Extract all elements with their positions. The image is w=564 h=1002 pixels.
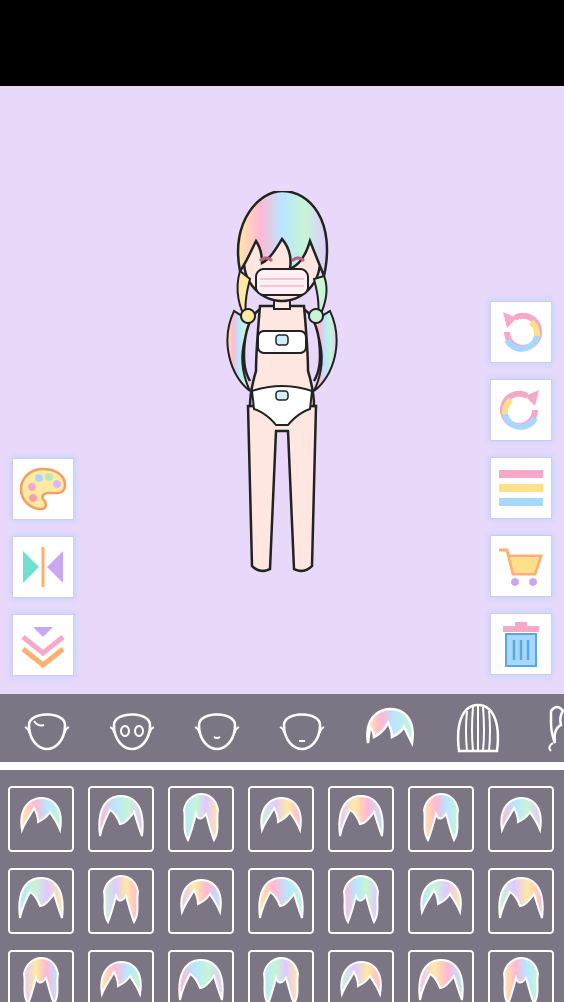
hair-item-bob-wave[interactable] xyxy=(8,868,74,934)
hair-style-icon xyxy=(20,796,62,834)
hair-style-icon xyxy=(502,956,540,1002)
hair-item-wavy-long[interactable] xyxy=(248,868,314,934)
hair-style-icon xyxy=(420,878,462,916)
hair-item-double-braid[interactable] xyxy=(88,868,154,934)
layer-down-button[interactable] xyxy=(13,615,73,675)
hair-item-short-layer[interactable] xyxy=(408,786,474,852)
hair-item-fluffy-bun[interactable] xyxy=(8,950,74,1002)
cart-icon xyxy=(499,548,544,586)
shop-button[interactable] xyxy=(491,536,551,596)
hair-style-icon xyxy=(178,958,224,1001)
face-nose-icon xyxy=(194,713,240,751)
hair-style-icon xyxy=(182,792,220,843)
hair-style-icon xyxy=(338,794,384,837)
hair-style-icon xyxy=(98,794,144,837)
hair-style-icon xyxy=(498,876,544,919)
category-mouth[interactable] xyxy=(272,700,332,756)
back-hair-icon xyxy=(456,703,500,753)
front-hair-icon xyxy=(366,707,414,748)
hair-style-icon xyxy=(500,796,542,834)
undo-icon xyxy=(503,312,542,352)
hair-style-icon xyxy=(260,796,302,834)
hair-item-side-swept[interactable] xyxy=(168,950,234,1002)
palette-button[interactable] xyxy=(13,459,73,519)
hair-item-round-bob[interactable] xyxy=(248,950,314,1002)
hair-item-soft-short[interactable] xyxy=(408,950,474,1002)
delete-button[interactable] xyxy=(491,614,551,674)
accessory-icon xyxy=(548,705,564,752)
hair-item-bob[interactable] xyxy=(8,786,74,852)
face-outline-icon xyxy=(24,713,70,751)
hamburger-menu-icon xyxy=(499,470,543,506)
undo-button[interactable] xyxy=(491,302,551,362)
face-mouth-icon xyxy=(279,713,325,751)
flip-icon xyxy=(23,547,63,587)
hair-item-blunt-bob[interactable] xyxy=(488,868,554,934)
hair-item-volume-top[interactable] xyxy=(328,950,394,1002)
category-bar xyxy=(0,694,564,762)
hair-item-grid xyxy=(0,770,564,1002)
hair-item-braid-side[interactable] xyxy=(168,786,234,852)
hair-style-icon xyxy=(418,958,464,1001)
hair-style-icon xyxy=(100,960,142,998)
category-nose[interactable] xyxy=(187,700,247,756)
trash-icon xyxy=(503,622,539,667)
hair-style-icon xyxy=(180,878,222,916)
character-avatar xyxy=(226,191,338,573)
top-black-bar xyxy=(0,0,564,86)
panel-divider xyxy=(0,762,564,770)
hair-style-icon xyxy=(18,876,64,919)
hair-item-short-bangs[interactable] xyxy=(248,786,314,852)
hair-style-icon xyxy=(22,956,60,1002)
face-eyes-icon xyxy=(109,713,155,751)
category-back-hair[interactable] xyxy=(448,700,508,756)
palette-icon xyxy=(19,467,67,511)
hair-item-hime-cut[interactable] xyxy=(328,868,394,934)
hair-item-curly-twin[interactable] xyxy=(328,786,394,852)
category-face-shape[interactable] xyxy=(17,700,77,756)
category-front-hair[interactable] xyxy=(360,700,420,756)
redo-button[interactable] xyxy=(491,380,551,440)
category-eyes[interactable] xyxy=(102,700,162,756)
flip-button[interactable] xyxy=(13,537,73,597)
hair-style-icon xyxy=(340,960,382,998)
hair-style-icon xyxy=(422,792,460,843)
hair-item-spiky-short[interactable] xyxy=(488,950,554,1002)
menu-button[interactable] xyxy=(491,458,551,518)
chevrons-down-icon xyxy=(21,627,65,669)
hair-item-long-straight[interactable] xyxy=(168,868,234,934)
hair-item-twin-tail[interactable] xyxy=(88,786,154,852)
hair-style-icon xyxy=(102,874,140,925)
hair-item-straight-bob[interactable] xyxy=(488,786,554,852)
hair-style-icon xyxy=(262,956,300,1002)
hair-style-icon xyxy=(342,874,380,925)
hair-style-icon xyxy=(258,876,304,919)
category-accessory[interactable] xyxy=(530,700,564,756)
character-stage xyxy=(0,86,564,694)
hair-item-short-flip[interactable] xyxy=(408,868,474,934)
redo-icon xyxy=(500,390,539,430)
hair-item-messy-short[interactable] xyxy=(88,950,154,1002)
